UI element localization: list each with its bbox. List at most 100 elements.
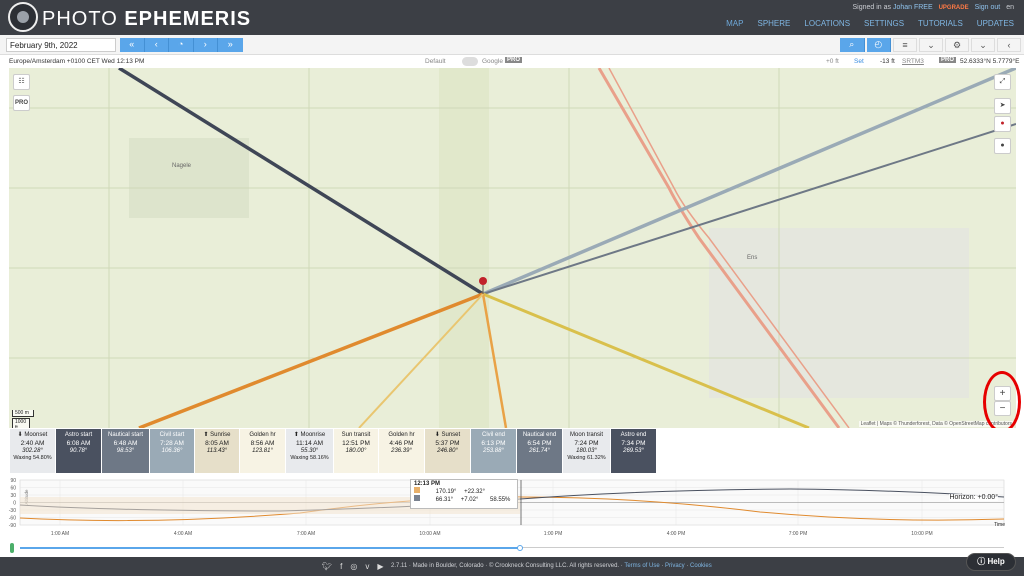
layers-pro-button[interactable]: PRO xyxy=(13,95,30,111)
slider-handle[interactable] xyxy=(517,545,523,551)
secondary-pin-icon[interactable]: ● xyxy=(994,138,1011,154)
pin-icon[interactable]: ● xyxy=(994,116,1011,132)
back-day-button[interactable]: « xyxy=(120,38,145,52)
place-label: Ens xyxy=(747,255,758,261)
nav-updates[interactable]: UPDATES xyxy=(977,19,1014,28)
signout-link[interactable]: Sign out xyxy=(975,4,1001,11)
time-slider[interactable] xyxy=(0,543,1024,557)
altitude-chart[interactable]: 9060300-30-60-90Altitude1:00 AM4:00 AM7:… xyxy=(0,477,1024,543)
y-tick-label: 30 xyxy=(10,493,16,499)
event-time: 11:14 AM xyxy=(296,439,323,447)
help-button[interactable]: ⓘ Help xyxy=(966,553,1016,571)
nav-locations[interactable]: LOCATIONS xyxy=(804,19,850,28)
event-azimuth: 90.78° xyxy=(69,447,88,454)
pro-badge: PRO xyxy=(939,57,957,63)
map-type-google[interactable]: Google xyxy=(482,58,503,65)
map-view[interactable]: Nagele Ens ☷ PRO ⤢ ➤ ● ● + − 500 m 1000 … xyxy=(9,68,1016,428)
upgrade-link[interactable]: UPGRADE xyxy=(939,5,969,11)
event-azimuth: 113.43° xyxy=(206,447,228,454)
event-7[interactable]: Sun transit 12:51 PM 180.00° xyxy=(334,429,378,473)
map-canvas xyxy=(9,68,1016,428)
event-6[interactable]: ⬆ Moonrise 11:14 AM 55.30° Waxing 58.16% xyxy=(286,429,333,473)
event-time: 7:34 PM xyxy=(621,439,646,447)
event-name: Civil start xyxy=(159,432,185,438)
horizon-label: Horizon: +0.00° xyxy=(949,494,998,501)
event-5[interactable]: Golden hr 8:56 AM 123.81° xyxy=(240,429,285,473)
event-azimuth: 98.53° xyxy=(116,447,135,454)
event-name: Astro start xyxy=(64,432,93,438)
facebook-icon[interactable]: f xyxy=(340,562,342,571)
youtube-icon[interactable]: ▶ xyxy=(377,562,383,571)
event-time: 12:51 PM xyxy=(342,439,370,447)
coordinates-label: 52.6333°N 5.7779°E xyxy=(960,58,1020,65)
privacy-link[interactable]: Privacy xyxy=(665,563,685,569)
timezone-label: Europe/Amsterdam +0100 CET Wed 12:13 PM xyxy=(9,58,145,65)
map-type-default[interactable]: Default xyxy=(425,58,446,65)
y-tick-label: 0 xyxy=(13,501,16,507)
nav-tutorials[interactable]: TUTORIALS xyxy=(918,19,963,28)
map-type-toggle[interactable] xyxy=(462,57,478,66)
language-selector[interactable]: en xyxy=(1006,4,1014,11)
event-0[interactable]: ⬇ Moonset 2:40 AM 302.28° Waxing 54.80% xyxy=(10,429,55,473)
user-name-link[interactable]: Johan FREE xyxy=(893,4,933,11)
event-8[interactable]: Golden hr 4:46 PM 236.39° xyxy=(379,429,424,473)
y-tick-label: -60 xyxy=(9,516,16,522)
x-tick-label: 1:00 AM xyxy=(51,531,69,537)
event-name: ⬆ Moonrise xyxy=(293,432,326,438)
event-time: 7:28 AM xyxy=(160,439,184,447)
event-12[interactable]: Moon transit 7:24 PM 180.03° Waxing 61.32% xyxy=(563,429,610,473)
event-time: 5:37 PM xyxy=(435,439,460,447)
gear-icon[interactable]: ⚙ xyxy=(945,38,969,52)
event-name: Sun transit xyxy=(341,432,371,438)
menu-icon[interactable]: ≡ xyxy=(893,38,917,52)
forward-day-button[interactable]: » xyxy=(218,38,243,52)
chevron-down-icon[interactable]: ⌄ xyxy=(971,38,995,52)
elevation-value: -13 ft xyxy=(880,58,895,65)
event-2[interactable]: Nautical start 6:48 AM 98.53° xyxy=(102,429,149,473)
event-13[interactable]: Astro end 7:34 PM 269.53° xyxy=(611,429,656,473)
event-9[interactable]: ⬇ Sunset 5:37 PM 246.80° xyxy=(425,429,470,473)
nav-map[interactable]: MAP xyxy=(726,19,743,28)
event-name: Golden hr xyxy=(388,432,415,438)
event-azimuth: 123.81° xyxy=(252,447,273,454)
event-1[interactable]: Astro start 6:08 AM 90.78° xyxy=(56,429,101,473)
cookies-link[interactable]: Cookies xyxy=(690,563,712,569)
locate-icon[interactable]: ➤ xyxy=(994,98,1011,114)
footer-copyright: 2.7.11 · Made in Boulder, Colorado · © C… xyxy=(391,563,620,569)
back-step-button[interactable]: ‹ xyxy=(144,38,169,52)
clock-icon[interactable]: ◴ xyxy=(866,38,891,52)
fullscreen-icon[interactable]: ⤢ xyxy=(994,74,1011,90)
event-4[interactable]: ⬆ Sunrise 8:05 AM 113.43° xyxy=(195,429,239,473)
chevron-down-icon[interactable]: ⌄ xyxy=(919,38,943,52)
event-name: Nautical start xyxy=(107,432,143,438)
chart-tooltip: 12:13 PM 170.19° +22.32° 66.31° +7.02° 5… xyxy=(410,479,518,509)
terms-link[interactable]: Terms of Use xyxy=(624,563,659,569)
y-tick-label: -30 xyxy=(9,508,16,514)
nav-settings[interactable]: SETTINGS xyxy=(864,19,904,28)
vimeo-icon[interactable]: v xyxy=(365,562,369,571)
event-time: 8:56 AM xyxy=(250,439,275,447)
search-icon[interactable]: ⌕ xyxy=(840,38,865,52)
nav-sphere[interactable]: SPHERE xyxy=(757,19,790,28)
scale-bar-m: 500 m xyxy=(12,410,34,417)
event-3[interactable]: Civil start 7:28 AM 106.36° xyxy=(150,429,194,473)
event-azimuth: 302.28° xyxy=(22,447,43,454)
layers-icon[interactable]: ☷ xyxy=(13,74,30,90)
forward-step-button[interactable]: › xyxy=(193,38,218,52)
slider-start-marker[interactable] xyxy=(10,543,14,553)
event-11[interactable]: Nautical end 6:54 PM 261.74° xyxy=(517,429,562,473)
event-name: Civil end xyxy=(481,432,505,438)
set-elevation-link[interactable]: Set xyxy=(854,58,864,65)
event-10[interactable]: Civil end 6:13 PM 253.88° xyxy=(471,429,516,473)
pro-badge: PRO xyxy=(505,57,523,63)
share-icon[interactable]: ‹ xyxy=(997,38,1021,52)
date-input[interactable]: February 9th, 2022 xyxy=(6,38,116,52)
twitter-icon[interactable]: 🐦︎ xyxy=(322,562,332,571)
brand: PHOTO EPHEMERIS xyxy=(42,8,252,30)
instagram-icon[interactable]: ◎ xyxy=(350,562,357,571)
event-extra: Waxing 58.16% xyxy=(290,455,329,462)
event-time: 6:13 PM xyxy=(481,439,506,447)
elevation-offset[interactable]: +0 ft xyxy=(826,58,839,65)
x-tick-label: 10:00 PM xyxy=(911,531,932,537)
now-clock-button[interactable]: ◔ xyxy=(169,38,194,52)
